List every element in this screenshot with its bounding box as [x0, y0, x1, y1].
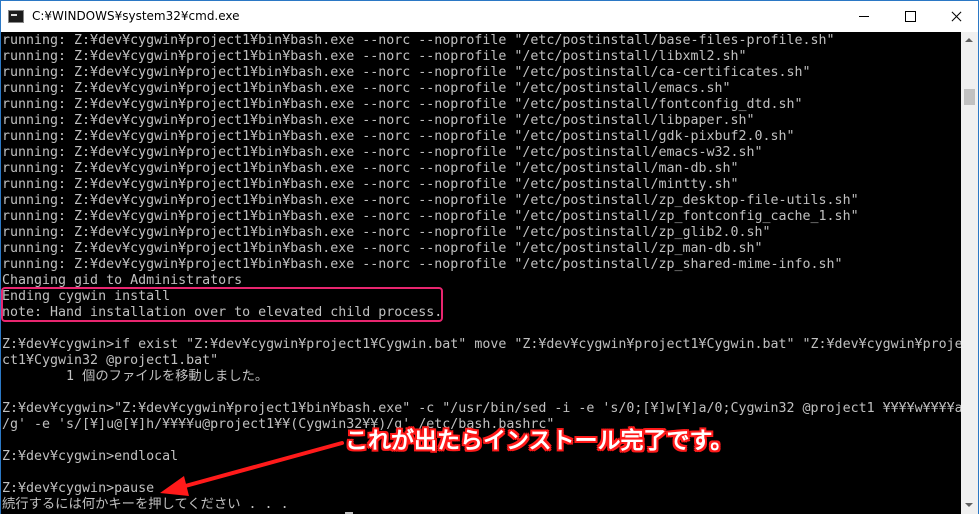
console-line: running: Z:¥dev¥cygwin¥project1¥bin¥bash…	[2, 209, 859, 224]
console-line: running: Z:¥dev¥cygwin¥project1¥bin¥bash…	[2, 97, 803, 112]
console-line: running: Z:¥dev¥cygwin¥project1¥bin¥bash…	[2, 81, 731, 96]
console-line: Z:¥dev¥cygwin>"Z:¥dev¥cygwin¥project1¥bi…	[2, 401, 961, 416]
close-button[interactable]	[933, 1, 979, 32]
scroll-down-arrow-icon[interactable]	[961, 497, 978, 514]
console-line: running: Z:¥dev¥cygwin¥project1¥bin¥bash…	[2, 33, 835, 48]
console-line: Z:¥dev¥cygwin>pause	[2, 481, 155, 496]
completion-callout: これが出たらインストール完了です。	[345, 428, 734, 454]
completion-highlight-box	[1, 287, 443, 322]
window-title: C:¥WINDOWS¥system32¥cmd.exe	[32, 9, 240, 23]
console-line: running: Z:¥dev¥cygwin¥project1¥bin¥bash…	[2, 177, 739, 192]
vertical-scrollbar[interactable]	[961, 32, 978, 514]
console-line: 続行するには何かキーを押してください . . .	[2, 497, 289, 512]
console-line: running: Z:¥dev¥cygwin¥project1¥bin¥bash…	[2, 161, 739, 176]
console-line: running: Z:¥dev¥cygwin¥project1¥bin¥bash…	[2, 241, 763, 256]
console-line: running: Z:¥dev¥cygwin¥project1¥bin¥bash…	[2, 193, 859, 208]
console-line: running: Z:¥dev¥cygwin¥project1¥bin¥bash…	[2, 129, 795, 144]
minimize-button[interactable]	[841, 1, 887, 32]
console-line: running: Z:¥dev¥cygwin¥project1¥bin¥bash…	[2, 145, 763, 160]
cmd-icon[interactable]	[8, 10, 24, 23]
console-line: Z:¥dev¥cygwin>endlocal	[2, 449, 179, 464]
scroll-up-arrow-icon[interactable]	[961, 32, 978, 49]
title-bar[interactable]: C:¥WINDOWS¥system32¥cmd.exe	[1, 1, 978, 32]
console-line: running: Z:¥dev¥cygwin¥project1¥bin¥bash…	[2, 113, 755, 128]
console-line: running: Z:¥dev¥cygwin¥project1¥bin¥bash…	[2, 49, 747, 64]
console-line: 1 個のファイルを移動しました。	[2, 369, 269, 384]
console-line: running: Z:¥dev¥cygwin¥project1¥bin¥bash…	[2, 257, 843, 272]
console-line: running: Z:¥dev¥cygwin¥project1¥bin¥bash…	[2, 225, 771, 240]
console-line: running: Z:¥dev¥cygwin¥project1¥bin¥bash…	[2, 65, 811, 80]
maximize-button[interactable]	[887, 1, 933, 32]
console-line: Z:¥dev¥cygwin>if exist "Z:¥dev¥cygwin¥pr…	[2, 337, 961, 352]
scrollbar-thumb[interactable]	[964, 89, 975, 105]
console-line: ct1¥Cygwin32 @project1.bat"	[2, 353, 219, 368]
